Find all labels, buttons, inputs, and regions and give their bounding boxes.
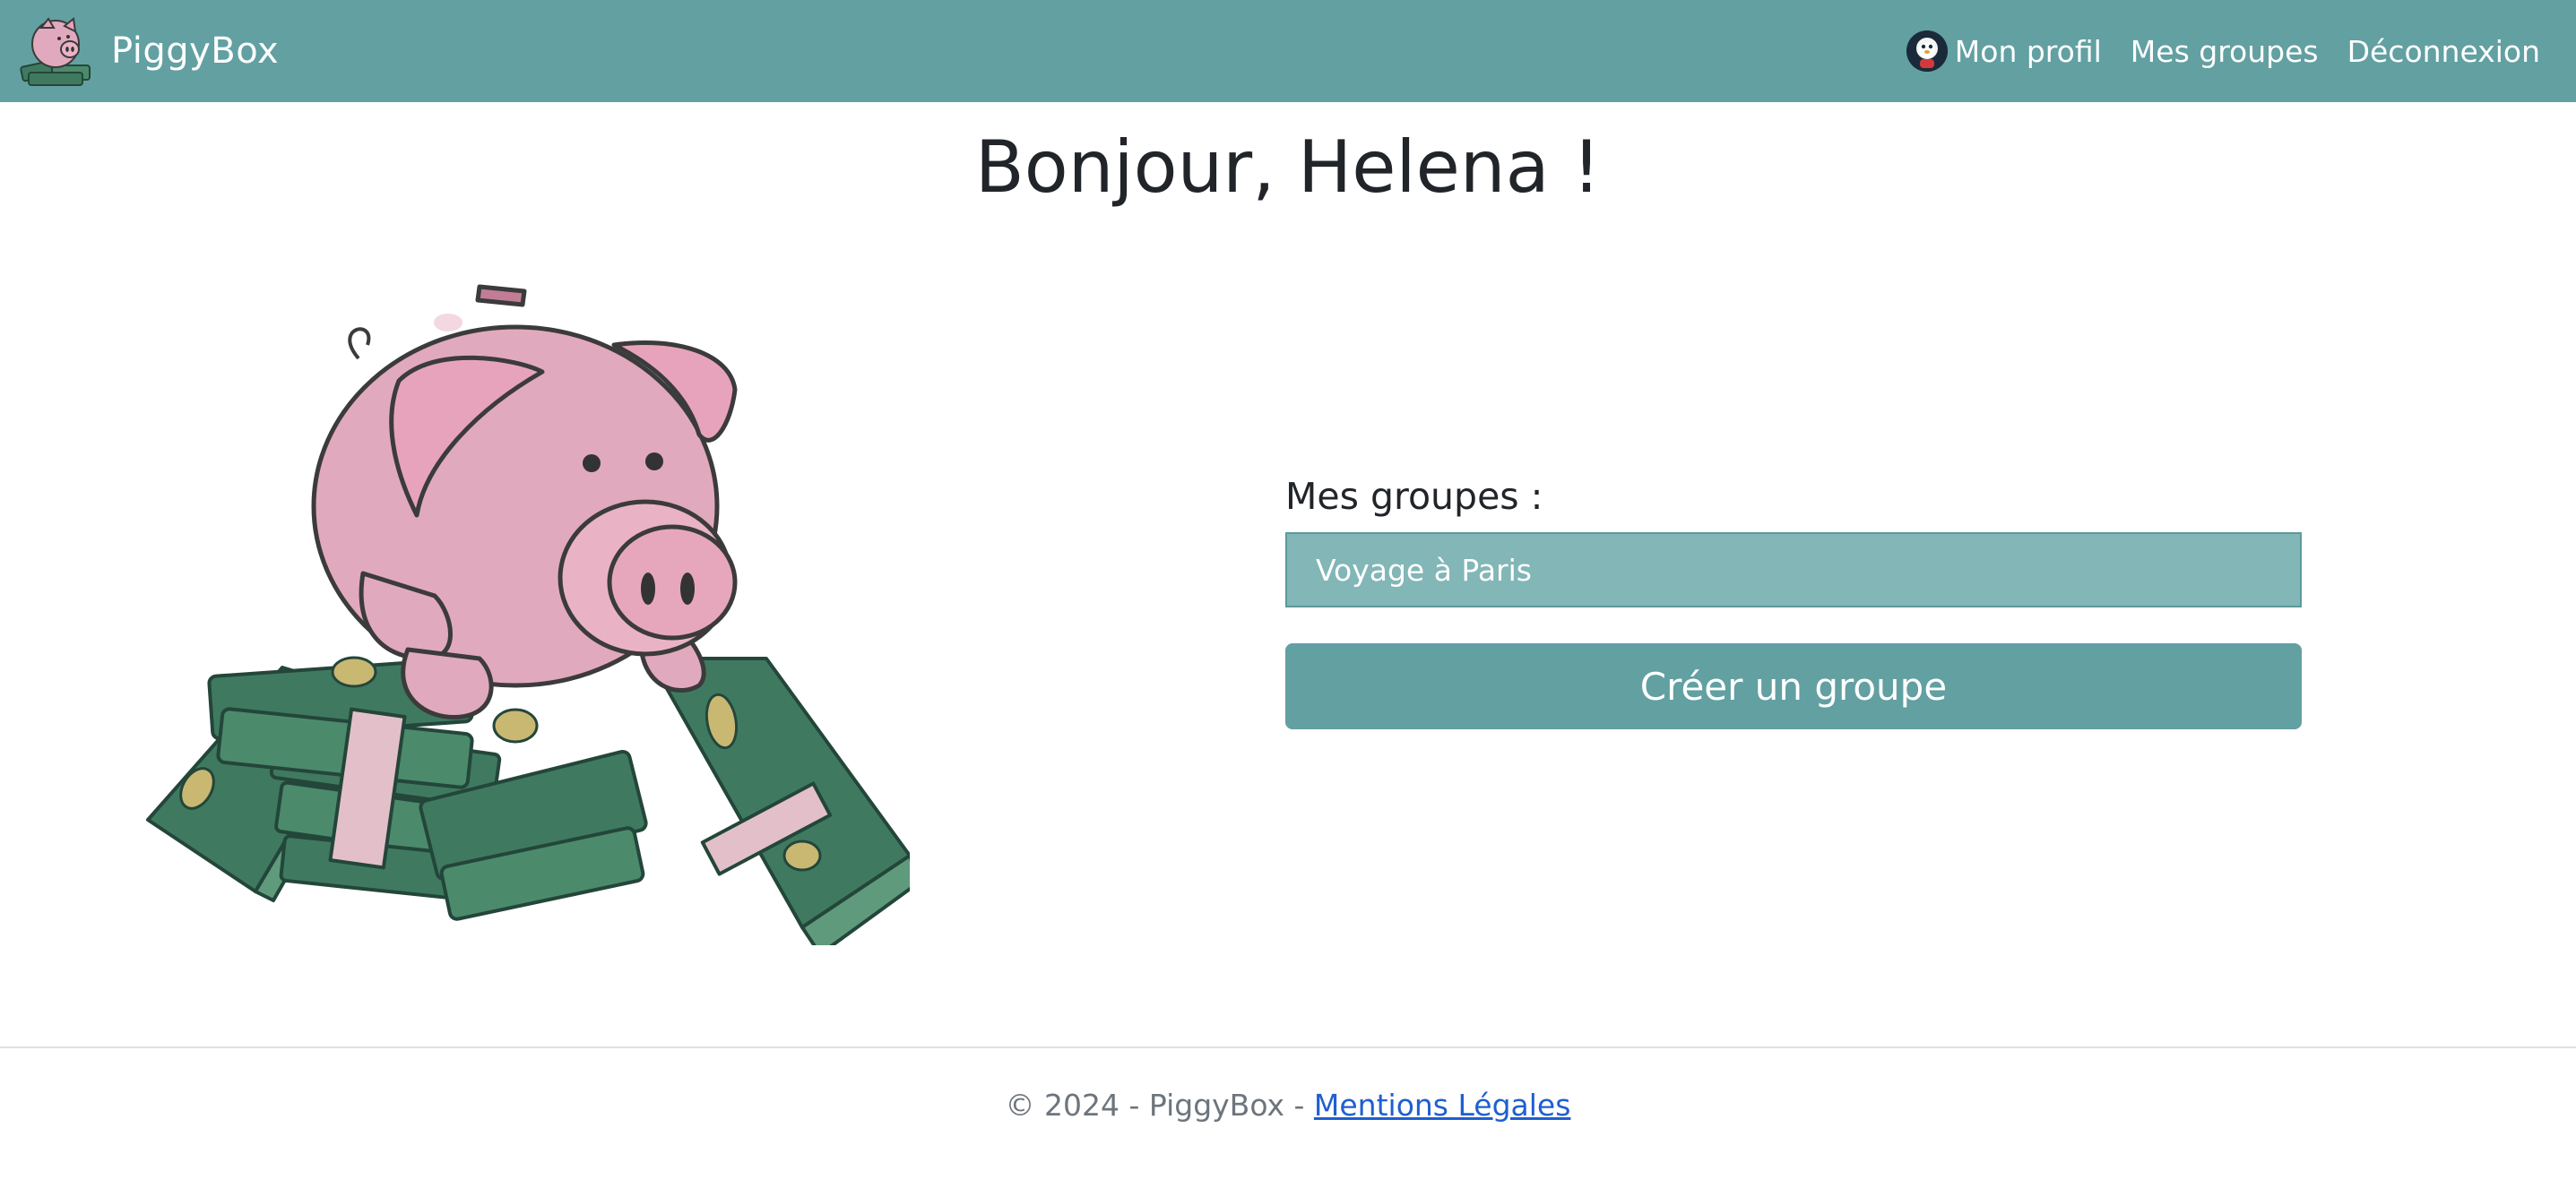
create-group-button[interactable]: Créer un groupe	[1285, 643, 2302, 729]
piggybox-logo-icon	[20, 17, 91, 86]
legal-notice-link[interactable]: Mentions Légales	[1314, 1088, 1571, 1123]
group-item[interactable]: Voyage à Paris	[1285, 532, 2302, 607]
nav-link-profile[interactable]: Mon profil	[1906, 30, 2102, 72]
nav-links: Mon profil Mes groupes Déconnexion	[1906, 30, 2540, 72]
brand-name: PiggyBox	[111, 30, 280, 72]
nav-link-groups[interactable]: Mes groupes	[2131, 34, 2319, 69]
footer-copyright: © 2024 - PiggyBox -	[1005, 1088, 1314, 1123]
footer: © 2024 - PiggyBox - Mentions Légales	[0, 1088, 2576, 1123]
page-title: Bonjour, Helena !	[974, 125, 1602, 209]
groups-heading: Mes groupes :	[1285, 475, 1543, 518]
footer-divider	[0, 1046, 2576, 1048]
brand-link[interactable]: PiggyBox	[16, 8, 279, 94]
user-avatar-icon	[1906, 30, 1948, 72]
groups-panel: Mes groupes : Voyage à Paris Créer un gr…	[1285, 475, 2302, 729]
piggy-bank-illustration	[146, 284, 910, 945]
nav-link-logout[interactable]: Déconnexion	[2347, 34, 2540, 69]
nav-link-profile-label: Mon profil	[1954, 33, 2102, 69]
navbar: PiggyBox Mon profil Mes groupes Déconnex…	[0, 0, 2576, 102]
